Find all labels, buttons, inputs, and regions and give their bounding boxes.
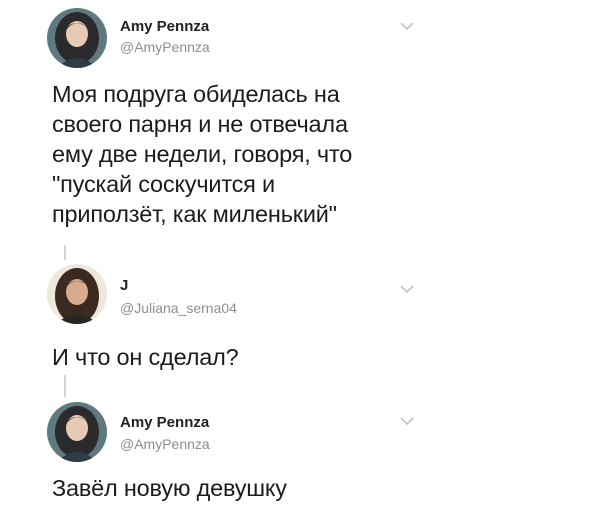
woman-portrait-avatar-icon <box>47 8 107 68</box>
author-handle[interactable]: @AmyPennza <box>120 436 210 452</box>
woman-portrait-avatar-icon <box>47 264 107 324</box>
avatar[interactable] <box>47 402 107 462</box>
tweet-text: Моя подруга обиделась на своего парня и … <box>52 81 353 227</box>
chevron-down-icon[interactable] <box>400 284 414 294</box>
avatar[interactable] <box>47 8 107 68</box>
chevron-down-icon[interactable] <box>400 416 414 426</box>
tweet-text: Завёл новую девушку <box>52 475 287 501</box>
tweet-2: J @Juliana_serna04 И что он сделал? <box>0 260 600 370</box>
author-handle[interactable]: @AmyPennza <box>120 39 210 55</box>
tweet-3: Amy Pennza @AmyPennza Завёл новую девушк… <box>0 398 600 515</box>
woman-portrait-avatar-icon <box>47 402 107 462</box>
author-name[interactable]: Amy Pennza <box>120 414 209 431</box>
avatar[interactable] <box>47 264 107 324</box>
thread-line <box>64 245 66 260</box>
author-name[interactable]: J <box>120 277 128 294</box>
tweet-text: И что он сделал? <box>52 344 239 370</box>
chevron-down-icon[interactable] <box>400 21 414 31</box>
tweet-1: Amy Pennza @AmyPennza Моя подруга обидел… <box>0 0 600 260</box>
author-name[interactable]: Amy Pennza <box>120 18 209 35</box>
author-handle[interactable]: @Juliana_serna04 <box>120 300 237 316</box>
thread-line <box>64 375 66 397</box>
